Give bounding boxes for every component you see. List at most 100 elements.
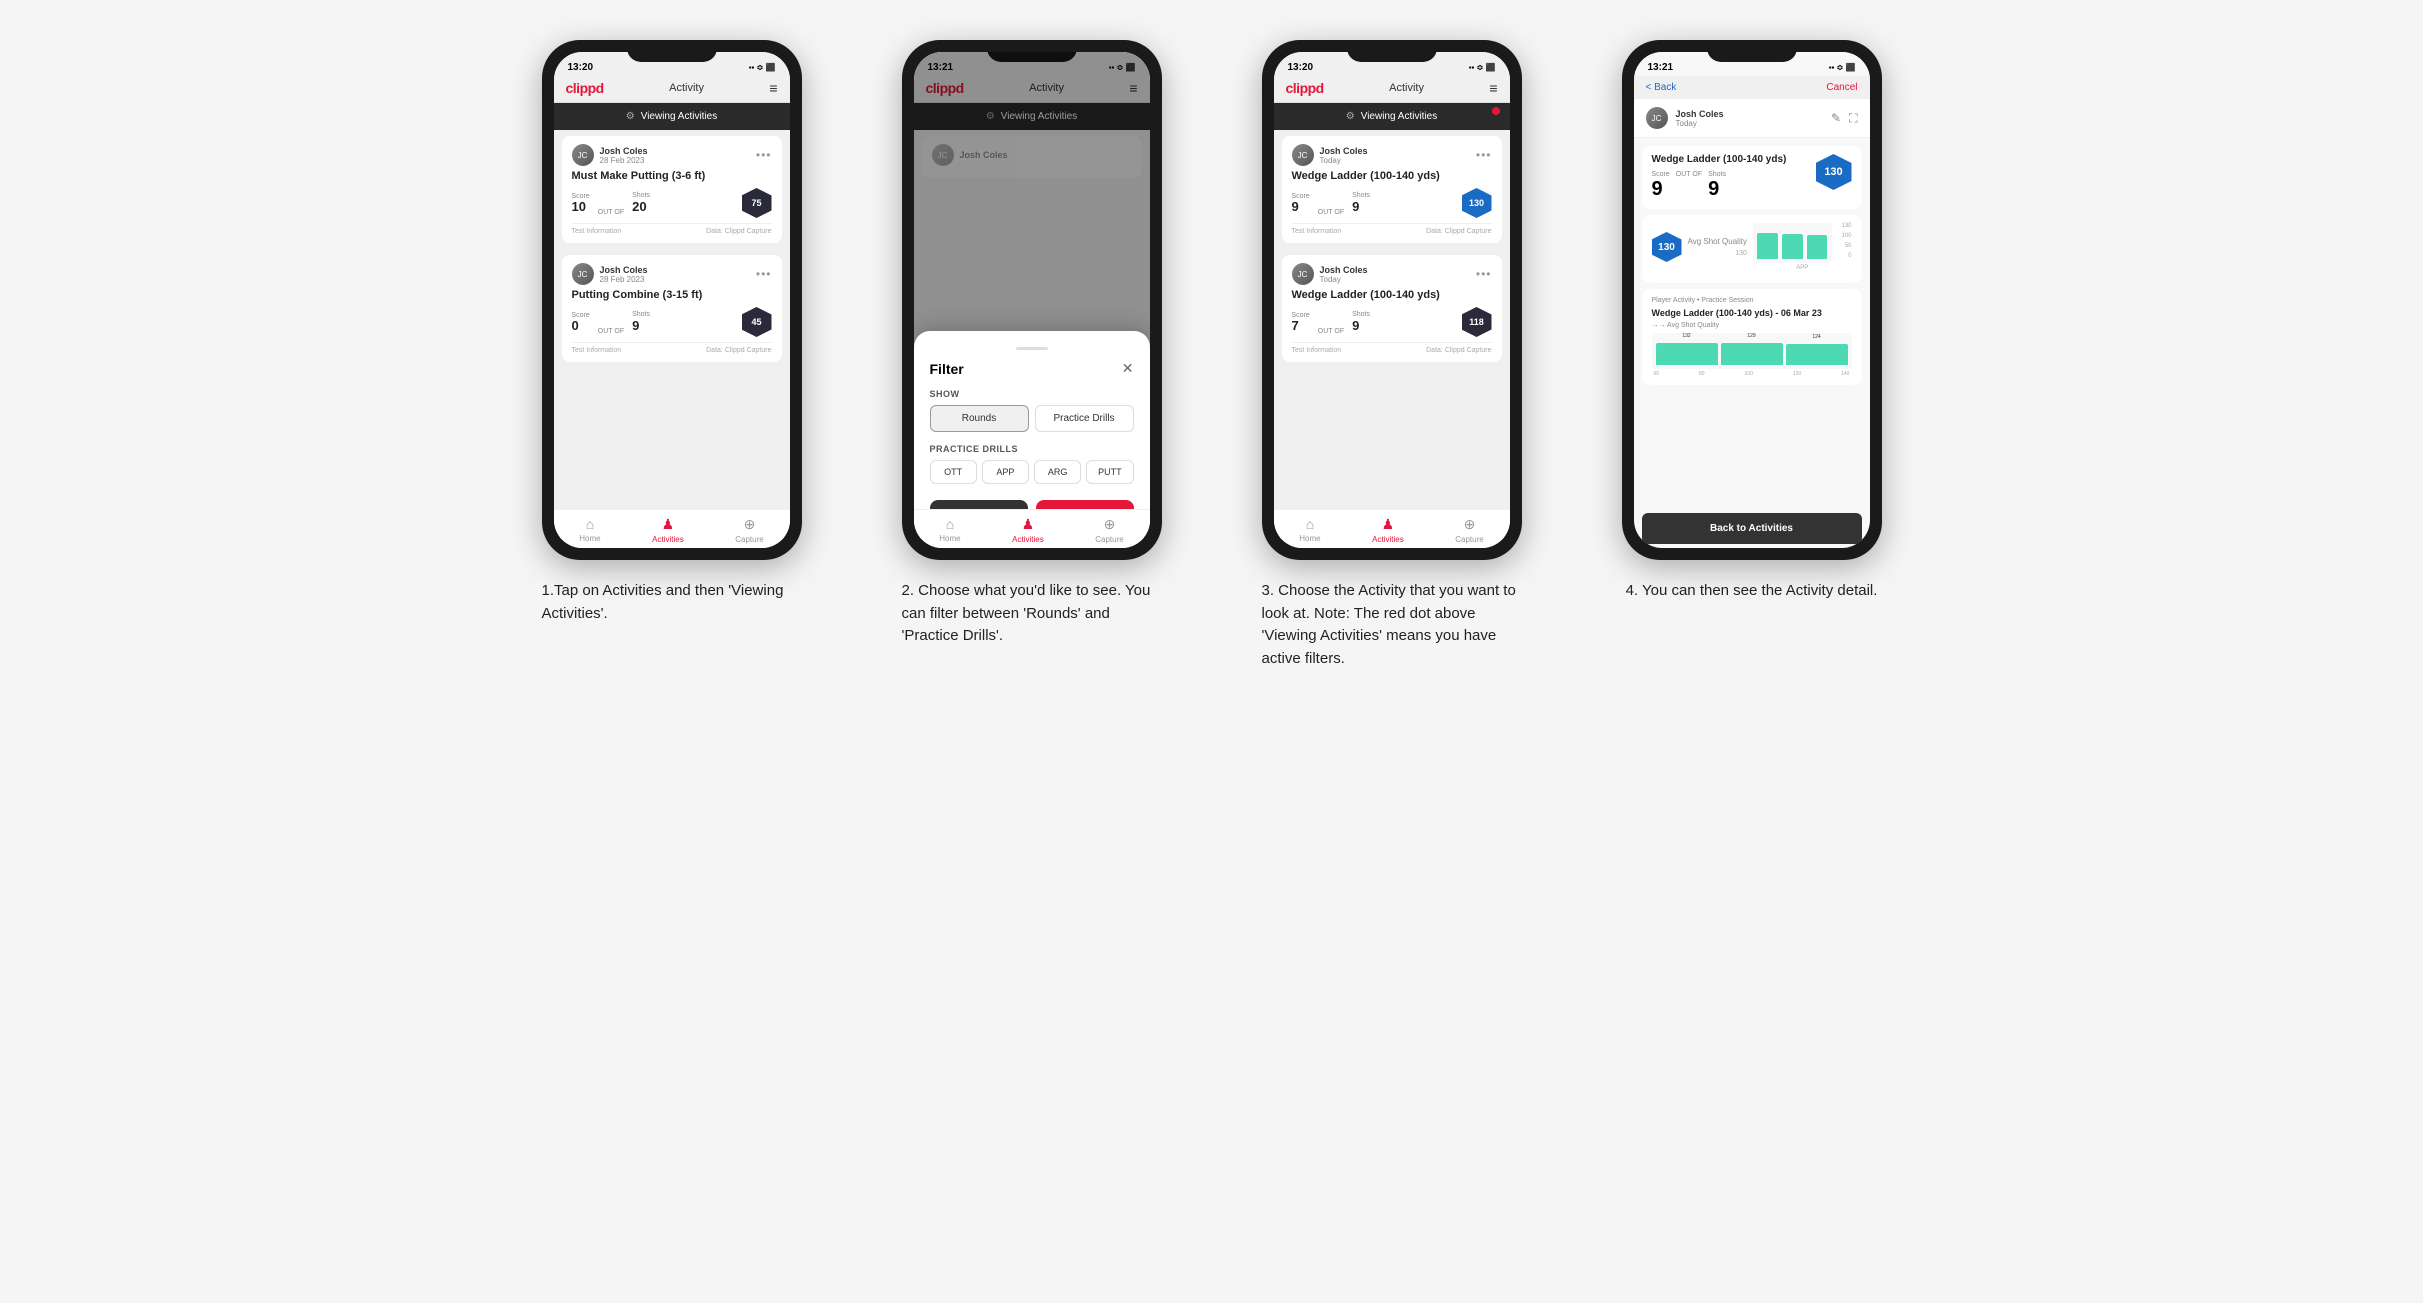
drill-title-1a: Must Make Putting (3-6 ft) [572,170,772,182]
nav-home-3[interactable]: ⌂ Home [1299,516,1320,544]
nav-activities-3[interactable]: ♟ Activities [1372,516,1404,544]
quality-badge-3b: 118 [1462,307,1492,337]
phone-1-notch [627,40,717,62]
header-title-3: Activity [1389,82,1424,94]
capture-icon-3: ⊕ [1464,516,1476,533]
filter-buttons-2: Rounds Practice Drills [930,405,1134,432]
rounds-btn-2[interactable]: Rounds [930,405,1029,432]
screen-content-1: JC Josh Coles 28 Feb 2023 ••• Must Make … [554,130,790,509]
card-footer-1a: Test Information Data: Clippd Capture [572,223,772,235]
score-val-3b: 7 [1292,319,1310,332]
shots-val-1b: 9 [632,318,650,333]
stats-row-3b: Score 7 OUT OF Shots 9 118 [1292,307,1492,337]
bottom-nav-3: ⌂ Home ♟ Activities ⊕ Capture [1274,509,1510,548]
filter-icon-3: ⚙ [1346,111,1355,122]
nav-home-2[interactable]: ⌂ Home [939,516,960,544]
chart-bar-1 [1757,233,1778,259]
footer-right-1a: Data: Clippd Capture [706,228,771,235]
arg-btn-2[interactable]: ARG [1034,460,1081,484]
nav-activities-2[interactable]: ♟ Activities [1012,516,1044,544]
viewing-bar-1[interactable]: ⚙ Viewing Activities [554,103,790,130]
red-dot-3 [1492,107,1500,115]
stats-row-1a: Score 10 OUT OF Shots 20 7 [572,188,772,218]
logo-1: clippd [566,80,604,96]
nav-capture-label-3: Capture [1455,535,1483,544]
step-4-column: 13:21 ▪▪ ≎ ⬛ < Back Cancel JC Josh Coles… [1592,40,1912,670]
user-date-3a: Today [1320,156,1368,165]
edit-icon-4[interactable]: ✎ [1831,111,1841,126]
outof-1a: OUT OF [598,209,624,216]
nav-home-1[interactable]: ⌂ Home [579,516,600,544]
nav-home-label-2: Home [939,534,960,543]
session-bar-1: 132 [1656,343,1718,365]
back-to-activities-btn-4[interactable]: Back to Activities [1642,513,1862,544]
card-footer-3b: Test Information Data: Clippd Capture [1292,342,1492,354]
user-info-1b: Josh Coles 28 Feb 2023 [600,265,648,284]
nav-capture-3[interactable]: ⊕ Capture [1455,516,1483,544]
stats-row-3a: Score 9 OUT OF Shots 9 130 [1292,188,1492,218]
outof-3b: OUT OF [1318,328,1344,335]
putt-btn-2[interactable]: PUTT [1086,460,1133,484]
footer-right-1b: Data: Clippd Capture [706,347,771,354]
footer-left-1a: Test Information [572,228,622,235]
stat-score-3a: Score 9 [1292,193,1310,213]
menu-icon-1[interactable]: ≡ [769,80,777,96]
quality-badge-1b: 45 [742,307,772,337]
home-icon-1: ⌂ [586,516,594,532]
shots-big-4: 9 [1708,178,1719,200]
back-btn-4[interactable]: < Back [1646,82,1677,93]
score-val-1b: 0 [572,319,590,332]
app-btn-2[interactable]: APP [982,460,1029,484]
header-title-1: Activity [669,82,704,94]
ott-btn-2[interactable]: OTT [930,460,977,484]
stat-shots-1a: Shots 20 [632,192,650,214]
practice-btn-2[interactable]: Practice Drills [1035,405,1134,432]
user-info-3b: Josh Coles Today [1320,265,1368,284]
activities-icon-1: ♟ [662,516,675,533]
capture-icon-2: ⊕ [1104,516,1116,533]
detail-user-info-4: JC Josh Coles Today [1646,107,1724,129]
footer-left-3b: Test Information [1292,347,1342,354]
detail-content-4: Wedge Ladder (100-140 yds) Score 9 OUT O… [1634,138,1870,509]
user-name-3a: Josh Coles [1320,146,1368,156]
user-date-3b: Today [1320,275,1368,284]
shots-label-1b: Shots [632,311,650,318]
phone-2: 13:21 ▪▪ ≎ ⬛ clippd Activity ≡ ⚙ Viewing… [902,40,1162,560]
session-bar-3: 124 [1786,344,1848,365]
activity-card-3b[interactable]: JC Josh Coles Today ••• Wedge Ladder (10… [1282,255,1502,362]
step-1-column: 13:20 ▪▪ ≎ ⬛ clippd Activity ≡ ⚙ Viewing… [512,40,832,670]
phone-2-screen: 13:21 ▪▪ ≎ ⬛ clippd Activity ≡ ⚙ Viewing… [914,52,1150,548]
phone-3-notch [1347,40,1437,62]
more-dots-1a[interactable]: ••• [756,148,772,162]
nav-capture-2[interactable]: ⊕ Capture [1095,516,1123,544]
user-info-3a: Josh Coles Today [1320,146,1368,165]
modal-close-2[interactable]: ✕ [1122,360,1134,377]
shots-label-1a: Shots [632,192,650,199]
show-label-2: Show [930,389,1134,399]
activity-card-1a[interactable]: JC Josh Coles 28 Feb 2023 ••• Must Make … [562,136,782,243]
viewing-bar-3[interactable]: ⚙ Viewing Activities [1274,103,1510,130]
menu-icon-3[interactable]: ≡ [1489,80,1497,96]
cancel-btn-4[interactable]: Cancel [1826,82,1857,93]
activity-card-1b[interactable]: JC Josh Coles 28 Feb 2023 ••• Putting Co… [562,255,782,362]
bottom-nav-1: ⌂ Home ♟ Activities ⊕ Capture [554,509,790,548]
user-name-4: Josh Coles [1676,109,1724,119]
stat-shots-1b: Shots 9 [632,311,650,333]
activity-card-3a[interactable]: JC Josh Coles Today ••• Wedge Ladder (10… [1282,136,1502,243]
step-desc-1: 1.Tap on Activities and then 'Viewing Ac… [542,580,802,625]
shots-val-1a: 20 [632,199,650,214]
filter-icon-1: ⚙ [626,111,635,122]
avatar-name-1a: JC Josh Coles 28 Feb 2023 [572,144,648,166]
expand-icon-4[interactable]: ⛶ [1849,111,1857,126]
drill-title-1b: Putting Combine (3-15 ft) [572,289,772,301]
more-dots-1b[interactable]: ••• [756,267,772,281]
nav-activities-1[interactable]: ♟ Activities [652,516,684,544]
nav-home-label-1: Home [579,534,600,543]
more-dots-3a[interactable]: ••• [1476,148,1492,162]
nav-capture-1[interactable]: ⊕ Capture [735,516,763,544]
shots-val-3b: 9 [1352,318,1370,333]
avatar-name-3b: JC Josh Coles Today [1292,263,1368,285]
more-dots-3b[interactable]: ••• [1476,267,1492,281]
stat-shots-3b: Shots 9 [1352,311,1370,333]
user-date-4: Today [1676,119,1724,128]
